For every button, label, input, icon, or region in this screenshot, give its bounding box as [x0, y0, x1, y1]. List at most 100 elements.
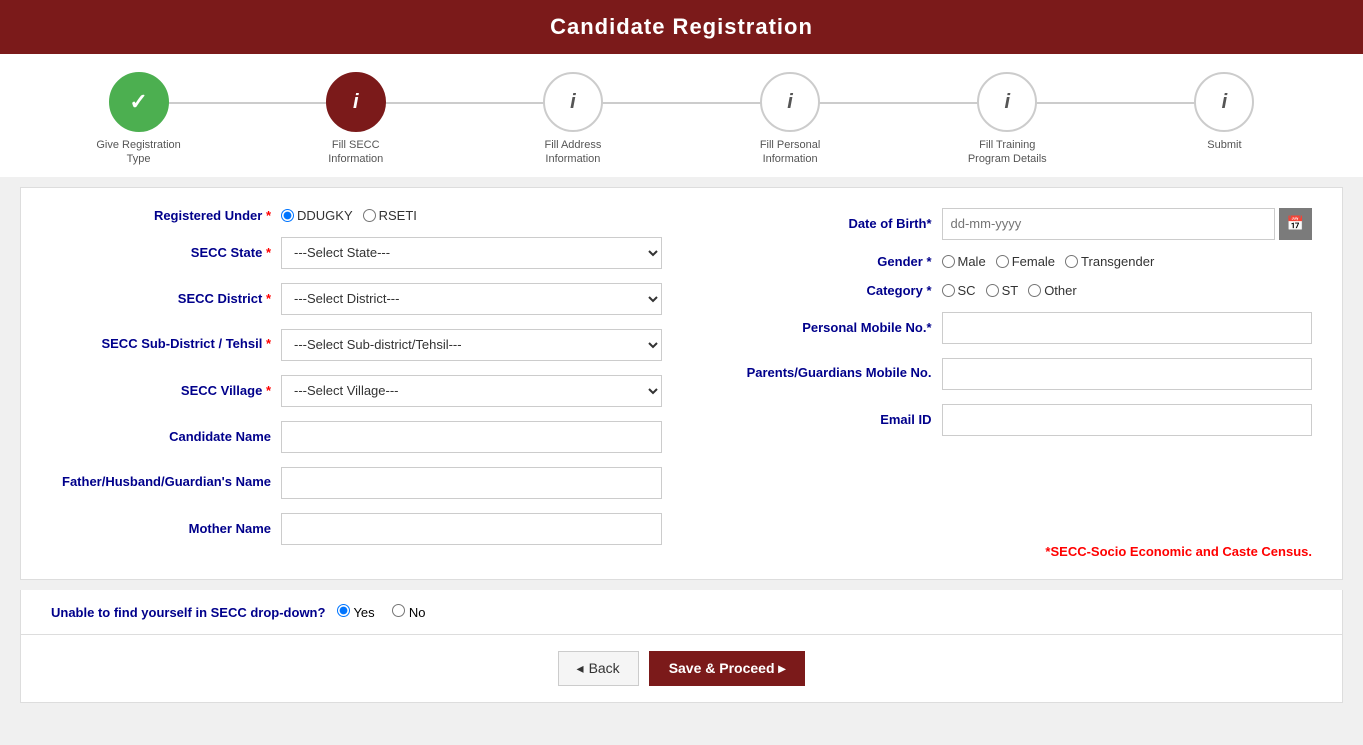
secc-district-select[interactable]: ---Select District--- [281, 283, 662, 315]
right-column: Date of Birth* 📅 Gender * Male [702, 208, 1313, 559]
radio-st[interactable]: ST [986, 283, 1019, 298]
step-6-label: Submit [1207, 138, 1241, 152]
category-radio-group: SC ST Other [942, 283, 1077, 298]
form-grid: Registered Under * DDUGKY RSETI SECC S [51, 208, 1312, 559]
radio-st-label: ST [1002, 283, 1019, 298]
radio-ddugky-label: DDUGKY [297, 208, 353, 223]
gender-row: Gender * Male Female Transgender [702, 254, 1313, 269]
back-button[interactable]: ◂ Back [558, 651, 639, 686]
unable-yes-text: Yes [353, 605, 374, 620]
email-row: Email ID [702, 404, 1313, 436]
page-header: Candidate Registration [0, 0, 1363, 54]
radio-transgender-input[interactable] [1065, 255, 1078, 268]
secc-village-select[interactable]: ---Select Village--- [281, 375, 662, 407]
radio-sc[interactable]: SC [942, 283, 976, 298]
unable-question: Unable to find yourself in SECC drop-dow… [51, 605, 325, 620]
father-name-row: Father/Husband/Guardian's Name [51, 467, 662, 499]
stepper: ✓ Give Registration Type i Fill SECC Inf… [0, 54, 1363, 177]
mother-name-row: Mother Name [51, 513, 662, 545]
step-3-label: Fill Address Information [523, 138, 623, 167]
unable-yes-input[interactable] [337, 604, 350, 617]
step-1: ✓ Give Registration Type [30, 72, 247, 167]
calendar-button[interactable]: 📅 [1279, 208, 1312, 240]
radio-rseti-label: RSETI [379, 208, 417, 223]
radio-female[interactable]: Female [996, 254, 1055, 269]
step-2: i Fill SECC Information [247, 72, 464, 167]
step-3: i Fill Address Information [464, 72, 681, 167]
step-4-circle: i [760, 72, 820, 132]
mother-name-label: Mother Name [51, 521, 271, 536]
secc-note: *SECC-Socio Economic and Caste Census. [702, 524, 1313, 559]
radio-other[interactable]: Other [1028, 283, 1077, 298]
footer-buttons: ◂ Back Save & Proceed ▸ [20, 635, 1343, 703]
guardian-mobile-input[interactable] [942, 358, 1313, 390]
secc-subdistrict-select[interactable]: ---Select Sub-district/Tehsil--- [281, 329, 662, 361]
personal-mobile-row: Personal Mobile No.* [702, 312, 1313, 344]
secc-state-label: SECC State * [51, 245, 271, 260]
radio-male-input[interactable] [942, 255, 955, 268]
secc-subdistrict-label: SECC Sub-District / Tehsil * [51, 336, 271, 353]
step-2-circle: i [326, 72, 386, 132]
secc-village-label: SECC Village * [51, 383, 271, 398]
radio-rseti[interactable]: RSETI [363, 208, 417, 223]
guardian-mobile-label: Parents/Guardians Mobile No. [702, 365, 932, 382]
father-name-label: Father/Husband/Guardian's Name [51, 474, 271, 491]
back-arrow-icon: ◂ [577, 660, 584, 677]
category-label: Category * [702, 283, 932, 298]
unable-no-label[interactable]: No [392, 605, 425, 620]
candidate-name-input[interactable] [281, 421, 662, 453]
dob-input[interactable] [942, 208, 1275, 240]
guardian-mobile-row: Parents/Guardians Mobile No. [702, 358, 1313, 390]
radio-other-input[interactable] [1028, 284, 1041, 297]
unable-no-text: No [409, 605, 426, 620]
secc-village-row: SECC Village * ---Select Village--- [51, 375, 662, 407]
step-1-label: Give Registration Type [89, 138, 189, 167]
radio-ddugky-input[interactable] [281, 209, 294, 222]
step-3-circle: i [543, 72, 603, 132]
unable-no-input[interactable] [392, 604, 405, 617]
step-4: i Fill Personal Information [682, 72, 899, 167]
radio-st-input[interactable] [986, 284, 999, 297]
registered-under-label: Registered Under * [51, 208, 271, 223]
page-title: Candidate Registration [550, 14, 813, 39]
radio-female-input[interactable] [996, 255, 1009, 268]
step-5-label: Fill Training Program Details [957, 138, 1057, 167]
radio-rseti-input[interactable] [363, 209, 376, 222]
radio-transgender[interactable]: Transgender [1065, 254, 1154, 269]
dob-label: Date of Birth* [702, 216, 932, 231]
personal-mobile-input[interactable] [942, 312, 1313, 344]
email-label: Email ID [702, 412, 932, 427]
gender-label: Gender * [702, 254, 932, 269]
step-4-label: Fill Personal Information [740, 138, 840, 167]
category-row: Category * SC ST Other [702, 283, 1313, 298]
radio-transgender-label: Transgender [1081, 254, 1154, 269]
candidate-name-row: Candidate Name [51, 421, 662, 453]
registered-under-row: Registered Under * DDUGKY RSETI [51, 208, 662, 223]
radio-female-label: Female [1012, 254, 1055, 269]
radio-ddugky[interactable]: DDUGKY [281, 208, 353, 223]
step-2-label: Fill SECC Information [306, 138, 406, 167]
left-column: Registered Under * DDUGKY RSETI SECC S [51, 208, 662, 559]
radio-sc-input[interactable] [942, 284, 955, 297]
secc-state-row: SECC State * ---Select State--- [51, 237, 662, 269]
dob-row: Date of Birth* 📅 [702, 208, 1313, 240]
secc-district-row: SECC District * ---Select District--- [51, 283, 662, 315]
radio-male-label: Male [958, 254, 986, 269]
dob-wrapper: 📅 [942, 208, 1313, 240]
save-proceed-button[interactable]: Save & Proceed ▸ [649, 651, 806, 686]
step-6-circle: i [1194, 72, 1254, 132]
email-input[interactable] [942, 404, 1313, 436]
father-name-input[interactable] [281, 467, 662, 499]
radio-male[interactable]: Male [942, 254, 986, 269]
back-label: Back [589, 660, 620, 676]
gender-radio-group: Male Female Transgender [942, 254, 1155, 269]
secc-state-select[interactable]: ---Select State--- [281, 237, 662, 269]
candidate-name-label: Candidate Name [51, 429, 271, 444]
mother-name-input[interactable] [281, 513, 662, 545]
personal-mobile-label: Personal Mobile No.* [702, 320, 932, 335]
step-5: i Fill Training Program Details [899, 72, 1116, 167]
unable-yes-label[interactable]: Yes [337, 605, 378, 620]
step-1-circle: ✓ [109, 72, 169, 132]
radio-sc-label: SC [958, 283, 976, 298]
radio-other-label: Other [1044, 283, 1077, 298]
